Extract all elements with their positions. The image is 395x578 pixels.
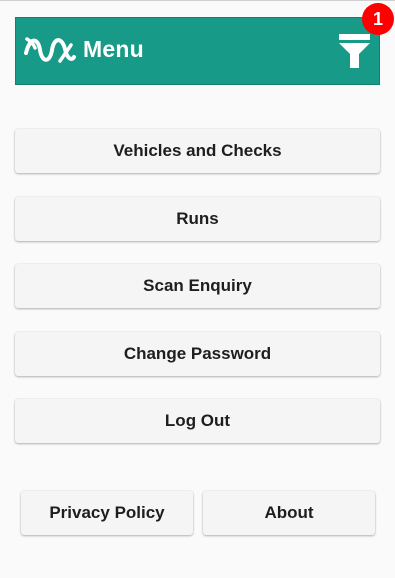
log-out-button[interactable]: Log Out [15,399,380,443]
change-password-button[interactable]: Change Password [15,332,380,376]
filter-funnel-icon [339,34,370,68]
wave-logo-icon [24,37,76,63]
page-title: Menu [83,36,144,62]
filter-button[interactable] [338,32,374,72]
notification-badge: 1 [362,3,394,35]
menu-screen: Menu 1 Vehicles and Checks Runs Scan Enq… [0,0,395,578]
runs-button[interactable]: Runs [15,197,380,241]
privacy-policy-button[interactable]: Privacy Policy [21,491,193,535]
scan-enquiry-button[interactable]: Scan Enquiry [15,264,380,308]
app-header: Menu [15,17,380,85]
vehicles-and-checks-button[interactable]: Vehicles and Checks [15,129,380,173]
about-button[interactable]: About [203,491,375,535]
